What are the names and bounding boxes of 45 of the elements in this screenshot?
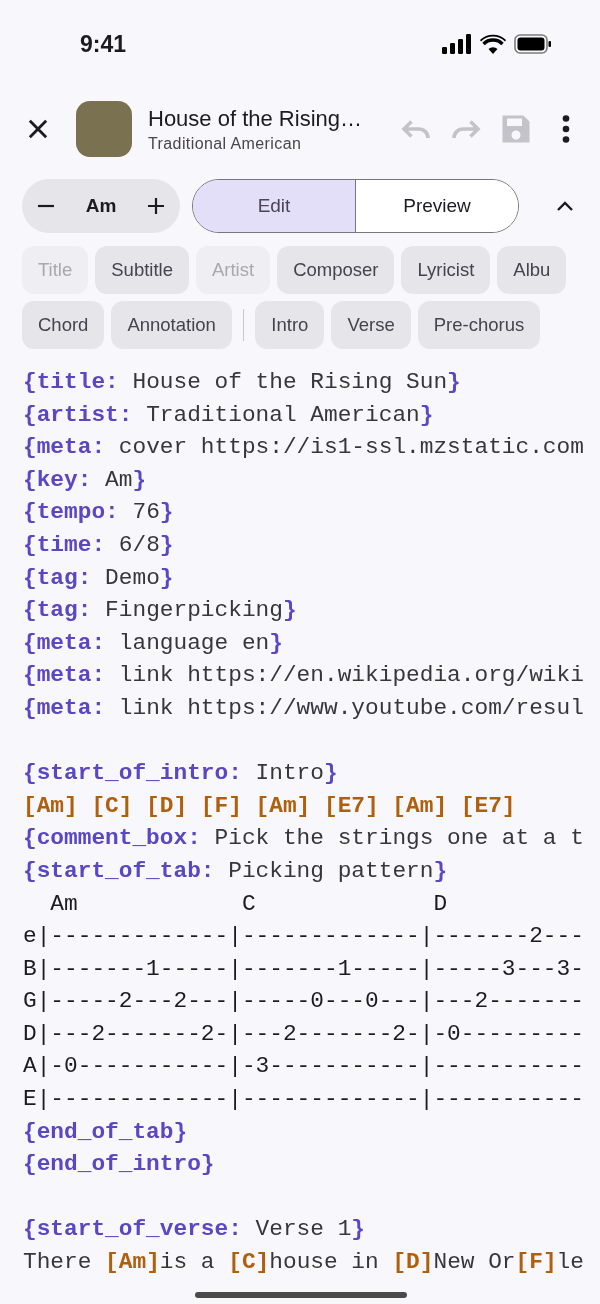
wifi-icon	[480, 34, 506, 54]
signal-icon	[442, 34, 472, 54]
battery-icon	[514, 34, 552, 54]
code-line: {start_of_verse: Verse 1}	[23, 1215, 367, 1245]
code-line: {tag: Demo}	[23, 563, 175, 593]
code-line: {start_of_tab: Picking pattern}	[23, 856, 449, 886]
insert-chip[interactable]: Intro	[255, 301, 325, 349]
key-value: Am	[85, 195, 117, 217]
code-line: G|-----2---2---|-----0---0---|---2-------	[23, 987, 585, 1017]
mode-tab[interactable]: Edit	[193, 180, 355, 232]
song-title: House of the Rising…	[148, 105, 363, 132]
code-line: A|-0-----------|-3-----------|-----------	[23, 1052, 585, 1082]
code-line: D|---2-------2-|---2-------2-|-0---------	[23, 1019, 585, 1049]
code-line: [Am] [C] [D] [F] [Am] [E7] [Am] [E7]	[23, 791, 517, 821]
code-line: {meta: language en}	[23, 628, 284, 658]
code-line: {meta: link https://www.youtube.com/resul	[23, 693, 585, 723]
code-line: {title: House of the Rising Sun}	[23, 368, 462, 397]
code-line: {artist: Traditional American}	[23, 400, 435, 430]
insert-chip[interactable]: Annotation	[111, 301, 232, 349]
status-time: 9:41	[80, 30, 127, 58]
code-line: {comment_box: Pick the strings one at a t	[23, 824, 585, 854]
code-line: B|-------1-----|-------1-----|-----3---3-	[23, 954, 585, 984]
code-line: {time: 6/8}	[23, 530, 175, 560]
insert-chip[interactable]: Verse	[331, 301, 411, 349]
album-photo-placeholder	[76, 101, 132, 157]
insert-chip[interactable]: Chord	[22, 301, 105, 349]
code-line: There [Am]is a [C]house in [D]New Or[F]le	[23, 1248, 585, 1278]
code-line: {end_of_tab}	[23, 1117, 189, 1147]
code-line: {start_of_intro: Intro}	[23, 759, 339, 789]
code-line: {key: Am}	[23, 465, 148, 495]
code-line: {meta: cover https://is1-ssl.mzstatic.com	[23, 433, 585, 463]
code-line: E|-------------|-------------|-----------	[23, 1085, 585, 1115]
mode-tab[interactable]: Preview	[355, 180, 518, 232]
code-line: {tag: Fingerpicking}	[23, 596, 298, 626]
song-artist: Traditional American	[148, 134, 303, 153]
insert-chip[interactable]: Subtitle	[95, 246, 189, 294]
code-line: e|-------------|-------------|-------2---	[23, 922, 585, 952]
insert-chip[interactable]: Lyricist	[401, 246, 491, 294]
insert-chip[interactable]: Pre-chorus	[417, 301, 541, 349]
code-line: {tempo: 76}	[23, 498, 175, 528]
code-line: {end_of_intro}	[23, 1150, 216, 1180]
insert-chip[interactable]: Albu	[497, 246, 567, 294]
code-line: Am C D	[49, 889, 449, 919]
insert-chip[interactable]: Composer	[277, 246, 395, 294]
code-line: {meta: link https://en.wikipedia.org/wiki	[23, 661, 585, 691]
